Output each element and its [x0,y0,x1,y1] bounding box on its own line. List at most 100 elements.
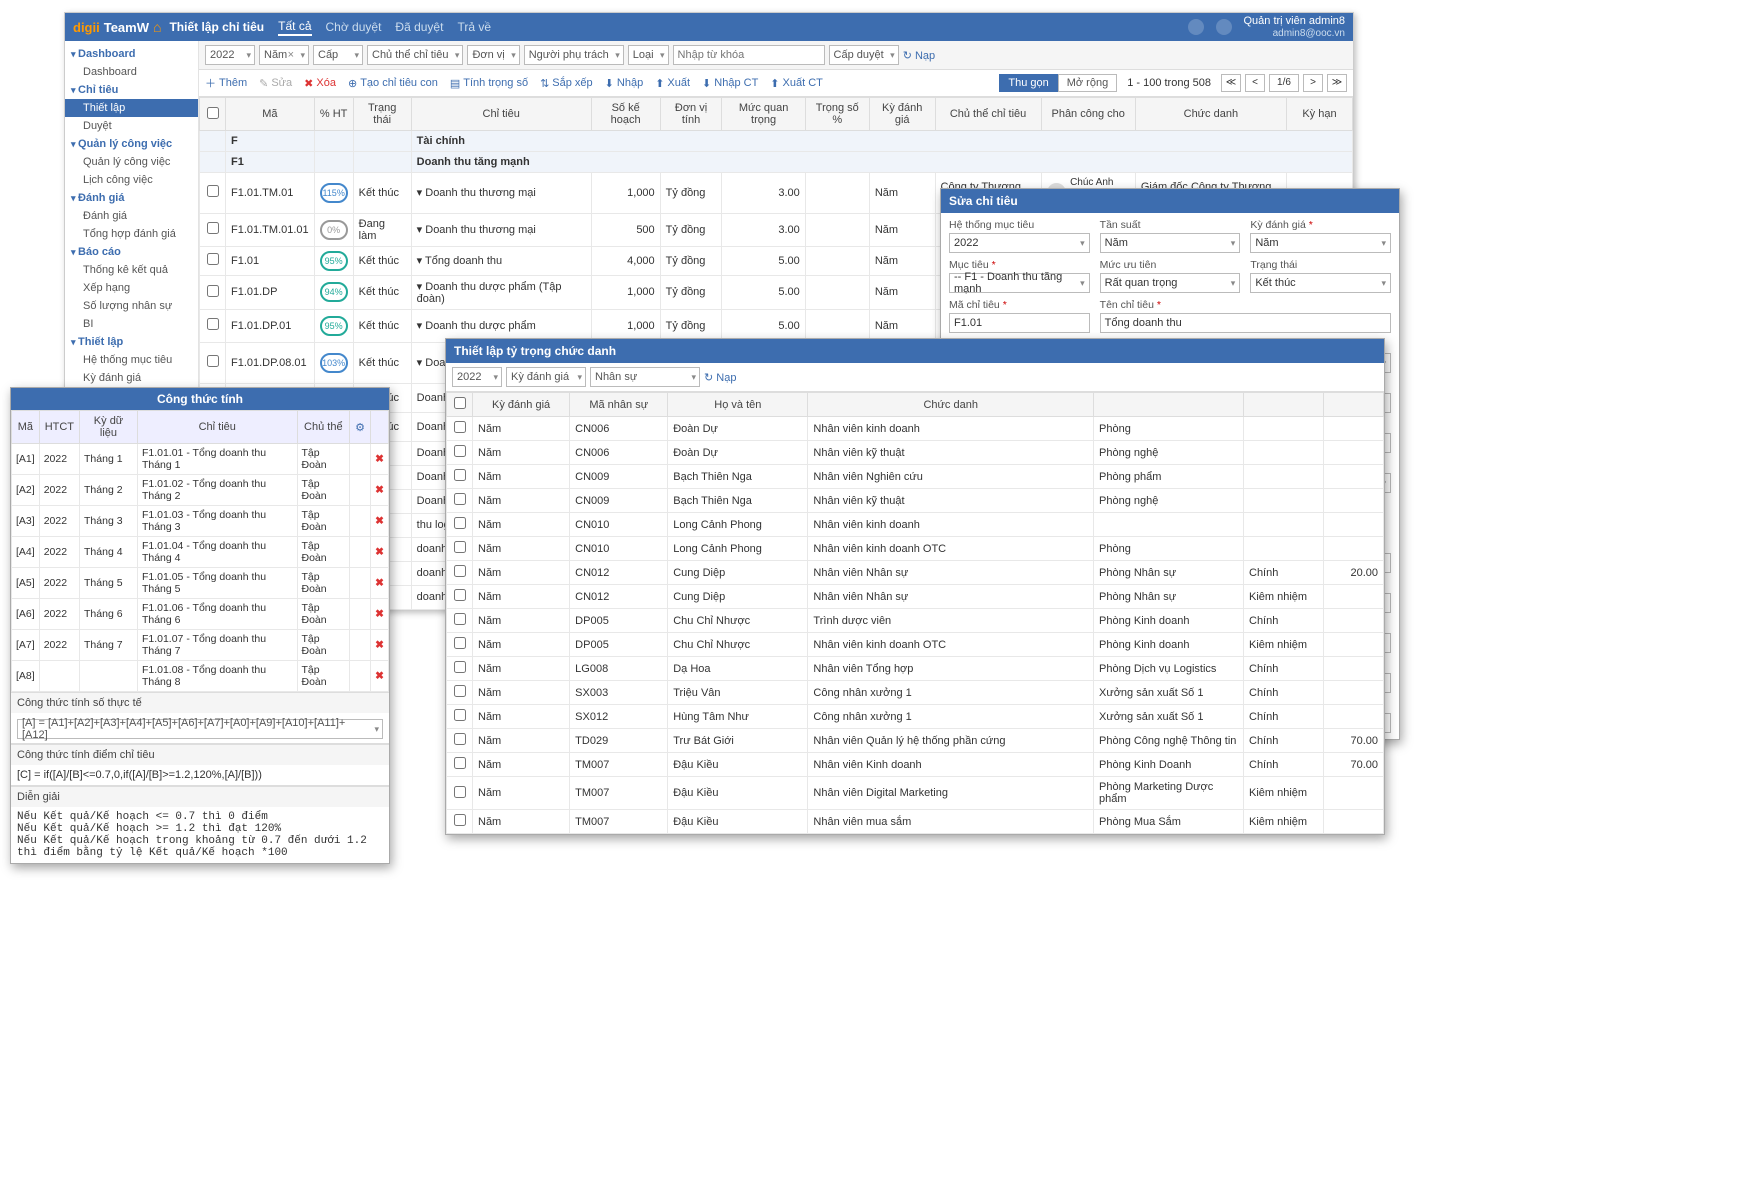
role-row[interactable]: NămCN012Cung DiệpNhân viên Nhân sựPhòng … [447,561,1384,585]
role-row-check[interactable] [454,565,466,577]
remove-icon[interactable]: ✖ [371,630,389,661]
formula-row[interactable]: [A6]2022Tháng 6F1.01.06 - Tổng doanh thu… [12,599,389,630]
role-row-check[interactable] [454,685,466,697]
col-title[interactable]: Chức danh [1135,98,1286,131]
tab-pending[interactable]: Chờ duyệt [326,20,382,34]
formula-row[interactable]: [A2]2022Tháng 2F1.01.02 - Tổng doanh thu… [12,475,389,506]
remove-icon[interactable]: ✖ [371,568,389,599]
filter-keyword[interactable] [673,45,825,65]
calc-weight-button[interactable]: ▤Tính trọng số [450,77,528,90]
role-row-check[interactable] [454,814,466,826]
role-row-check[interactable] [454,757,466,769]
formula-score[interactable]: [C] = if([A]/[B]<=0.7,0,if([A]/[B]>=1.2,… [11,765,389,786]
sidebar-item-setup[interactable]: Thiết lập [65,99,198,117]
role-row[interactable]: NămSX003Triệu VânCông nhân xưởng 1Xưởng … [447,681,1384,705]
remove-icon[interactable]: ✖ [371,506,389,537]
filter-approval[interactable]: Cấp duyệt [829,45,899,65]
row-check[interactable] [207,185,219,197]
role-row-check[interactable] [454,709,466,721]
col-imp[interactable]: Mức quan trọng [722,98,805,131]
export-button[interactable]: ⬆Xuất [655,77,690,90]
import-ct-button[interactable]: ⬇Nhập CT [702,77,758,90]
role-row[interactable]: NămDP005Chu Chỉ NhượcTrình dược viênPhòn… [447,609,1384,633]
role-reload-button[interactable]: ↻ Nạp [704,371,736,384]
formula-row[interactable]: [A4]2022Tháng 4F1.01.04 - Tổng doanh thu… [12,537,389,568]
remove-icon[interactable]: ✖ [371,599,389,630]
filter-year[interactable]: 2022 [205,45,255,65]
role-filter-emp[interactable]: Nhân sự [590,367,700,387]
col-per[interactable]: Kỳ đánh giá [869,98,935,131]
role-row[interactable]: NămCN006Đoàn DựNhân viên kinh doanhPhòng [447,417,1384,441]
tab-approved[interactable]: Đã duyệt [395,20,443,34]
edit-prio[interactable]: Rất quan trọng [1100,273,1241,293]
tab-all[interactable]: Tất cả [278,19,311,36]
col-plan[interactable]: Số kế hoạch [591,98,660,131]
home-icon[interactable]: ⌂ [153,19,161,35]
sidebar-item-dashboard[interactable]: Dashboard [65,63,198,81]
sidebar-item-work[interactable]: Quản lý công việc [65,153,198,171]
sidebar-group-dashboard[interactable]: Dashboard [65,45,198,63]
formula-actual[interactable]: [A] = [A1]+[A2]+[A3]+[A4]+[A5]+[A6]+[A7]… [11,713,389,744]
sidebar-item-approve[interactable]: Duyệt [65,117,198,135]
bell-icon[interactable] [1188,19,1204,35]
filter-unit[interactable]: Đơn vị [467,45,519,65]
sidebar-item-eval[interactable]: Đánh giá [65,207,198,225]
role-row[interactable]: NămCN012Cung DiệpNhân viên Nhân sựPhòng … [447,585,1384,609]
role-row[interactable]: NămCN010Long Cảnh PhongNhân viên kinh do… [447,513,1384,537]
row-check[interactable] [207,222,219,234]
role-row[interactable]: NămCN009Bạch Thiên NgaNhân viên kỹ thuật… [447,489,1384,513]
formula-row[interactable]: [A8]F1.01.08 - Tổng doanh thu Tháng 8Tập… [12,661,389,692]
col-code[interactable]: Mã [226,98,315,131]
sidebar-item-bi[interactable]: BI [65,315,198,333]
page-first[interactable]: ≪ [1221,74,1241,92]
edit-name[interactable]: Tổng doanh thu [1100,313,1391,333]
sidebar-group-config[interactable]: Thiết lập [65,333,198,351]
filter-period[interactable]: Năm [259,45,309,65]
sidebar-item-goal-sys[interactable]: Hệ thống mục tiêu [65,351,198,369]
col-status[interactable]: Trạng thái [353,98,411,131]
role-row[interactable]: NămCN009Bạch Thiên NgaNhân viên Nghiên c… [447,465,1384,489]
sidebar-group-target[interactable]: Chỉ tiêu [65,81,198,99]
role-row-check[interactable] [454,421,466,433]
remove-icon[interactable]: ✖ [371,537,389,568]
role-row[interactable]: NămCN010Long Cảnh PhongNhân viên kinh do… [447,537,1384,561]
remove-icon[interactable]: ✖ [371,661,389,692]
check-all[interactable] [207,107,219,119]
role-row-check[interactable] [454,613,466,625]
role-row-check[interactable] [454,445,466,457]
remove-icon[interactable]: ✖ [371,475,389,506]
tab-returned[interactable]: Trả về [457,20,491,34]
row-check[interactable] [207,318,219,330]
edit-sys[interactable]: 2022 [949,233,1090,253]
role-row[interactable]: NămTD029Trư Bát GiớiNhân viên Quản lý hệ… [447,729,1384,753]
edit-code[interactable]: F1.01 [949,313,1090,333]
formula-row[interactable]: [A7]2022Tháng 7F1.01.07 - Tổng doanh thu… [12,630,389,661]
col-owner[interactable]: Chủ thể chỉ tiêu [935,98,1041,131]
role-row-check[interactable] [454,637,466,649]
edit-goal[interactable]: -- F1 - Doanh thu tăng mạnh [949,273,1090,293]
filter-pic[interactable]: Người phụ trách [524,45,624,65]
role-check-all[interactable] [454,397,466,409]
role-row-check[interactable] [454,786,466,798]
page-prev[interactable]: < [1245,74,1265,92]
col-assign[interactable]: Phân công cho [1041,98,1135,131]
sidebar-group-work[interactable]: Quản lý công việc [65,135,198,153]
row-check[interactable] [207,355,219,367]
edit-eval[interactable]: Năm [1250,233,1391,253]
sidebar-item-stat[interactable]: Thống kê kết quả [65,261,198,279]
filter-owner[interactable]: Chủ thể chỉ tiêu [367,45,463,65]
row-check[interactable] [207,285,219,297]
group-row[interactable]: FTài chính [200,131,1353,152]
app-logo[interactable]: digiiTeamW ⌂ [73,19,169,35]
role-row-check[interactable] [454,469,466,481]
edit-button[interactable]: ✎Sửa [259,77,292,90]
sidebar-item-rank[interactable]: Xếp hạng [65,279,198,297]
filter-type[interactable]: Loại [628,45,669,65]
sidebar-item-hr-count[interactable]: Số lượng nhân sự [65,297,198,315]
col-weight[interactable]: Trọng số % [805,98,869,131]
col-name[interactable]: Chỉ tiêu [411,98,591,131]
role-row-check[interactable] [454,493,466,505]
create-child-button[interactable]: ⊕Tạo chỉ tiêu con [348,77,438,90]
reload-button[interactable]: ↻ Nạp [903,49,935,62]
sidebar-item-calendar[interactable]: Lịch công việc [65,171,198,189]
